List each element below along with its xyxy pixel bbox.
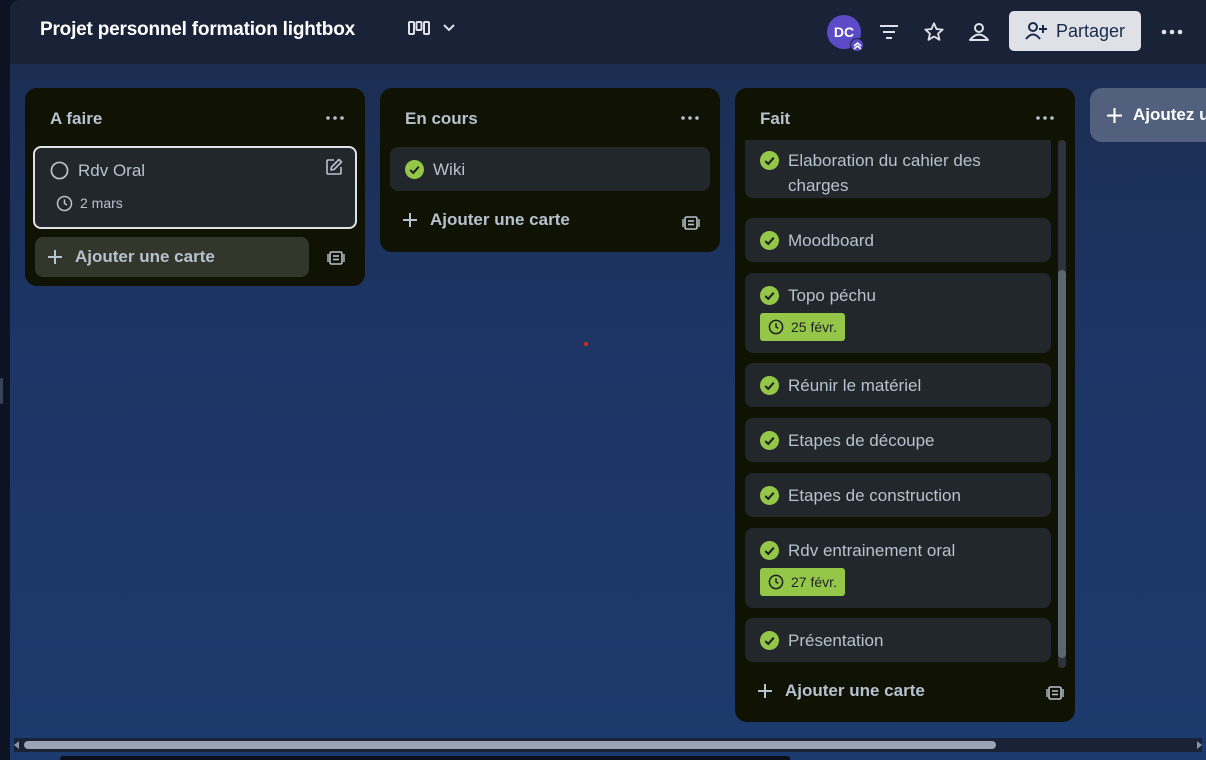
incomplete-circle-icon[interactable] [50, 161, 69, 180]
list-scrollbar[interactable] [1058, 140, 1066, 668]
due-date-badge[interactable]: 25 févr. [760, 313, 845, 341]
board-title[interactable]: Projet personnel formation lightbox [40, 19, 355, 41]
resize-handle[interactable] [0, 378, 3, 404]
list-a-faire: A faire Rdv Oral 2 mars Ajouter une cart… [25, 88, 365, 286]
chevron-down-icon [443, 24, 455, 32]
add-member-icon [1025, 22, 1047, 40]
visibility-workspace-icon[interactable] [967, 20, 991, 44]
card-etapes-construction[interactable]: Etapes de construction [745, 473, 1051, 517]
card-title: Réunir le matériel [788, 376, 922, 395]
plus-icon [758, 684, 772, 698]
due-date: 2 mars [80, 195, 123, 211]
complete-check-icon[interactable] [405, 160, 424, 179]
card-title: Topo péchu [788, 286, 876, 305]
list-fait: Fait Elaboration du cahier des charges M… [735, 88, 1075, 722]
add-card-button[interactable]: Ajouter une carte [757, 681, 925, 701]
complete-check-icon[interactable] [760, 431, 779, 450]
scroll-right-arrow-icon[interactable] [1197, 741, 1202, 749]
list-menu-icon[interactable] [1032, 108, 1058, 128]
list-title[interactable]: Fait [760, 109, 790, 129]
card-title: Présentation [788, 631, 884, 650]
complete-check-icon[interactable] [760, 486, 779, 505]
card-rdv-oral[interactable]: Rdv Oral 2 mars [33, 146, 357, 229]
admin-badge-icon [850, 38, 864, 52]
horizontal-scrollbar[interactable] [14, 738, 1202, 752]
card-presentation[interactable]: Présentation [745, 618, 1051, 662]
due-date-badge[interactable]: 27 févr. [760, 568, 845, 596]
clock-icon [56, 195, 73, 212]
list-menu-icon[interactable] [677, 108, 703, 128]
add-list-button[interactable]: Ajoutez u [1090, 88, 1206, 142]
card-reunir-materiel[interactable]: Réunir le matériel [745, 363, 1051, 407]
clock-icon [768, 319, 784, 335]
plus-icon [1107, 107, 1122, 123]
card-wiki[interactable]: Wiki [390, 147, 710, 191]
complete-check-icon[interactable] [760, 376, 779, 395]
edit-icon[interactable] [325, 158, 343, 176]
card-title: Wiki [433, 160, 466, 179]
filter-icon[interactable] [877, 20, 901, 44]
card-title-line2: charges [788, 176, 849, 195]
avatar[interactable]: DC [827, 15, 864, 52]
horizontal-scrollbar-thumb[interactable] [24, 741, 996, 749]
card-template-icon[interactable] [682, 214, 700, 232]
cursor-dot [584, 342, 588, 346]
card-title: Etapes de découpe [788, 431, 935, 450]
add-card-label: Ajouter une carte [430, 210, 570, 229]
card-cahier-des-charges[interactable]: Elaboration du cahier des charges [745, 140, 1051, 198]
board-header: Projet personnel formation lightbox DC P… [10, 0, 1206, 64]
board: Projet personnel formation lightbox DC P… [10, 0, 1206, 760]
complete-check-icon[interactable] [760, 286, 779, 305]
board-view-icon [408, 21, 430, 35]
complete-check-icon[interactable] [760, 541, 779, 560]
list-title[interactable]: A faire [50, 109, 102, 129]
complete-check-icon[interactable] [760, 631, 779, 650]
due-date: 27 févr. [791, 574, 837, 590]
card-rdv-entrainement[interactable]: Rdv entrainement oral 27 févr. [745, 528, 1051, 608]
card-title: Moodboard [788, 231, 875, 250]
list-menu-icon[interactable] [322, 108, 348, 128]
card-template-icon[interactable] [1046, 684, 1064, 702]
card-title: Rdv entrainement oral [788, 541, 956, 560]
card-scroll-area[interactable]: Elaboration du cahier des charges Moodbo… [735, 140, 1075, 668]
card-moodboard[interactable]: Moodboard [745, 218, 1051, 262]
plus-icon [48, 250, 62, 264]
add-card-button[interactable]: Ajouter une carte [402, 210, 570, 230]
bottom-panel-edge [60, 756, 790, 760]
list-scrollbar-thumb[interactable] [1058, 270, 1066, 658]
list-title[interactable]: En cours [405, 109, 478, 129]
share-label: Partager [1055, 20, 1126, 41]
complete-check-icon[interactable] [760, 231, 779, 250]
star-icon[interactable] [922, 20, 946, 44]
card-title-line1: Elaboration du cahier des [788, 151, 981, 170]
share-button[interactable]: Partager [1009, 11, 1141, 51]
due-date: 25 févr. [791, 319, 837, 335]
card-etapes-decoupe[interactable]: Etapes de découpe [745, 418, 1051, 462]
add-card-button[interactable]: Ajouter une carte [35, 237, 309, 277]
card-title: Etapes de construction [788, 486, 961, 505]
add-card-label: Ajouter une carte [75, 247, 215, 266]
add-list-label: Ajoutez u [1133, 105, 1206, 124]
scroll-left-arrow-icon[interactable] [14, 741, 19, 749]
list-en-cours: En cours Wiki Ajouter une carte [380, 88, 720, 252]
card-title: Rdv Oral [78, 161, 146, 180]
avatar-initials: DC [833, 24, 855, 40]
plus-icon [403, 213, 417, 227]
view-switcher[interactable] [408, 20, 456, 36]
add-card-label: Ajouter une carte [785, 681, 925, 700]
card-template-icon[interactable] [327, 249, 345, 267]
clock-icon [768, 574, 784, 590]
complete-check-icon[interactable] [760, 151, 779, 170]
card-topo-pechu[interactable]: Topo péchu 25 févr. [745, 273, 1051, 353]
more-icon[interactable] [1160, 20, 1184, 44]
